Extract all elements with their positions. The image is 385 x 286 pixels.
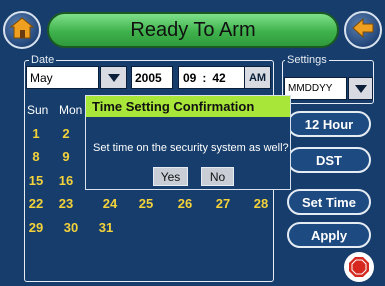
chevron-down-icon: [107, 69, 120, 87]
back-arrow-icon: [351, 17, 375, 44]
calendar-day[interactable]: 8: [25, 149, 47, 164]
minute-value[interactable]: 42: [212, 71, 225, 85]
dialog-title: Time Setting Confirmation: [86, 96, 290, 117]
calendar-header-mon: Mon: [59, 103, 83, 117]
time-confirmation-dialog: Time Setting Confirmation Set time on th…: [85, 95, 291, 190]
screen: Ready To Arm Date May 2005 09 : 42 AM Su…: [0, 0, 385, 286]
calendar-day[interactable]: 2: [55, 126, 77, 141]
home-icon: [9, 16, 35, 44]
date-group-legend: Date: [29, 53, 57, 67]
calendar-day[interactable]: 15: [25, 173, 47, 188]
back-button[interactable]: [344, 11, 382, 49]
year-field[interactable]: 2005: [131, 66, 173, 89]
calendar-day[interactable]: 29: [25, 220, 47, 235]
calendar-day[interactable]: 24: [99, 196, 121, 211]
set-time-button[interactable]: Set Time: [287, 189, 371, 215]
calendar-day[interactable]: 1: [25, 126, 47, 141]
hour-value[interactable]: 09: [183, 71, 196, 85]
calendar-day[interactable]: 26: [174, 196, 196, 211]
calendar-day[interactable]: 30: [60, 220, 82, 235]
calendar-day[interactable]: 25: [135, 196, 157, 211]
calendar-day[interactable]: 28: [250, 196, 272, 211]
calendar-day[interactable]: 31: [95, 220, 117, 235]
yes-button[interactable]: Yes: [153, 167, 188, 186]
dst-button[interactable]: DST: [287, 147, 371, 173]
settings-group-legend: Settings: [285, 53, 329, 67]
month-select[interactable]: May: [26, 66, 99, 89]
time-separator: :: [202, 70, 207, 85]
home-button[interactable]: [3, 11, 41, 49]
date-format-select[interactable]: MMDDYY: [284, 77, 347, 100]
no-button[interactable]: No: [201, 167, 234, 186]
calendar-day[interactable]: 16: [55, 173, 77, 188]
calendar-day[interactable]: 27: [212, 196, 234, 211]
status-text: Ready To Arm: [130, 18, 256, 41]
calendar-day[interactable]: 9: [55, 149, 77, 164]
emergency-alarm-icon[interactable]: [344, 252, 374, 282]
ampm-toggle[interactable]: AM: [244, 66, 271, 89]
twelve-hour-button[interactable]: 12 Hour: [287, 111, 371, 137]
month-dropdown-button[interactable]: [100, 66, 127, 89]
calendar-day[interactable]: 22: [25, 196, 47, 211]
calendar-day[interactable]: 23: [55, 196, 77, 211]
apply-button[interactable]: Apply: [287, 222, 371, 248]
status-banner: Ready To Arm: [47, 12, 339, 48]
chevron-down-icon: [354, 80, 367, 98]
dialog-message: Set time on the security system as well?: [93, 142, 289, 154]
date-format-dropdown-button[interactable]: [348, 77, 373, 100]
calendar-header-sun: Sun: [27, 103, 49, 117]
